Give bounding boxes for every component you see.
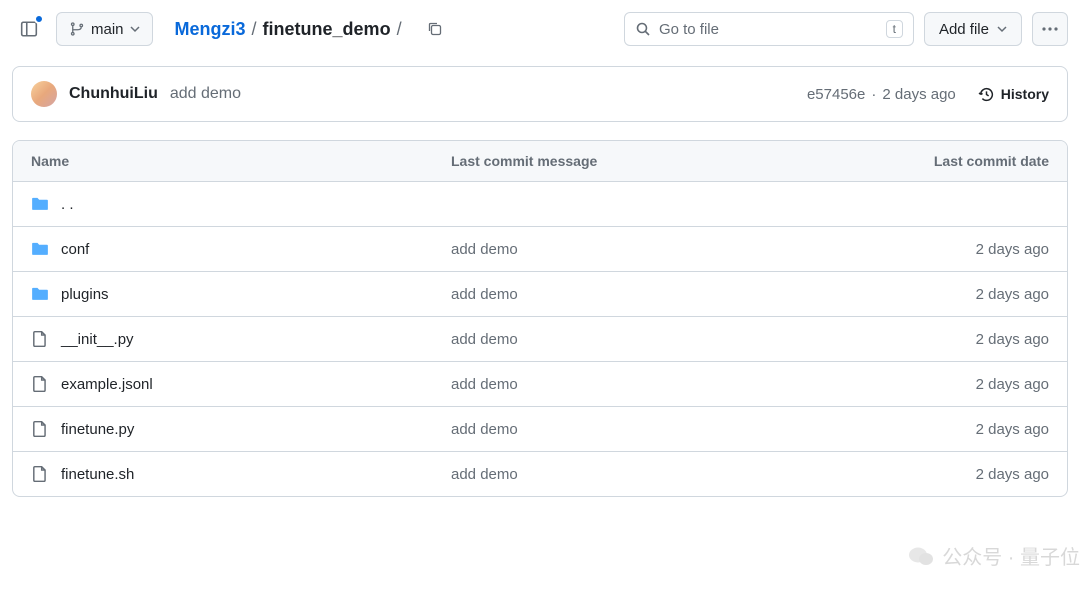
table-row: __init__.py add demo 2 days ago (13, 316, 1067, 361)
file-name-link[interactable]: plugins (61, 286, 109, 303)
top-toolbar: main Mengzi3 / finetune_demo / t Add fil… (12, 12, 1068, 46)
notification-dot-icon (34, 14, 44, 24)
file-name-link[interactable]: finetune.sh (61, 466, 134, 483)
file-icon (31, 375, 49, 393)
caret-down-icon (997, 24, 1007, 34)
row-commit-message[interactable]: add demo (451, 241, 518, 258)
wechat-icon (908, 545, 934, 567)
table-row: conf add demo 2 days ago (13, 226, 1067, 271)
file-name-link[interactable]: conf (61, 241, 89, 258)
search-input[interactable] (659, 21, 878, 38)
breadcrumb-current: finetune_demo (263, 19, 391, 40)
row-commit-date: 2 days ago (976, 466, 1049, 483)
watermark: 公众号 · 量子位 (908, 541, 1080, 570)
row-commit-date: 2 days ago (976, 241, 1049, 258)
table-row: finetune.sh add demo 2 days ago (13, 451, 1067, 496)
copy-icon (427, 21, 443, 37)
row-commit-message[interactable]: add demo (451, 331, 518, 348)
add-file-button[interactable]: Add file (924, 12, 1022, 46)
history-icon (978, 86, 995, 103)
row-commit-date: 2 days ago (976, 421, 1049, 438)
file-name-link[interactable]: __init__.py (61, 331, 134, 348)
parent-directory-row[interactable]: . . (13, 182, 1067, 226)
breadcrumb-repo-link[interactable]: Mengzi3 (175, 19, 246, 40)
file-name-link[interactable]: finetune.py (61, 421, 134, 438)
table-row: example.jsonl add demo 2 days ago (13, 361, 1067, 406)
table-row: finetune.py add demo 2 days ago (13, 406, 1067, 451)
commit-date: 2 days ago (882, 86, 955, 103)
table-row: plugins add demo 2 days ago (13, 271, 1067, 316)
commit-sha[interactable]: e57456e (807, 86, 865, 103)
table-header: Name Last commit message Last commit dat… (13, 141, 1067, 182)
file-icon (31, 420, 49, 438)
search-icon (635, 21, 651, 37)
row-commit-message[interactable]: add demo (451, 286, 518, 303)
row-commit-date: 2 days ago (976, 331, 1049, 348)
row-commit-message[interactable]: add demo (451, 466, 518, 483)
file-icon (31, 330, 49, 348)
branch-name: main (91, 21, 124, 38)
breadcrumb-separator: / (248, 19, 261, 40)
toggle-file-tree-button[interactable] (12, 12, 46, 46)
kebab-icon (1042, 27, 1058, 31)
commit-author[interactable]: ChunhuiLiu (69, 85, 158, 103)
branch-select-button[interactable]: main (56, 12, 153, 46)
breadcrumb: Mengzi3 / finetune_demo / (175, 19, 406, 40)
col-header-message: Last commit message (433, 141, 867, 181)
go-to-file-search[interactable]: t (624, 12, 914, 46)
copy-path-button[interactable] (420, 14, 450, 44)
row-commit-message[interactable]: add demo (451, 376, 518, 393)
row-commit-date: 2 days ago (976, 286, 1049, 303)
file-name-link[interactable]: example.jsonl (61, 376, 153, 393)
row-commit-date: 2 days ago (976, 376, 1049, 393)
col-header-date: Last commit date (867, 141, 1067, 181)
history-button[interactable]: History (978, 86, 1049, 103)
add-file-label: Add file (939, 21, 989, 38)
avatar[interactable] (31, 81, 57, 107)
more-options-button[interactable] (1032, 12, 1068, 46)
row-commit-message[interactable]: add demo (451, 421, 518, 438)
folder-icon (31, 285, 49, 303)
history-label: History (1001, 86, 1049, 102)
folder-icon (31, 240, 49, 258)
file-list-table: Name Last commit message Last commit dat… (12, 140, 1068, 497)
col-header-name: Name (13, 141, 433, 181)
git-branch-icon (69, 21, 85, 37)
folder-icon (31, 195, 49, 213)
up-dir-label[interactable]: . . (61, 196, 74, 213)
caret-down-icon (130, 24, 140, 34)
latest-commit-box: ChunhuiLiu add demo e57456e · 2 days ago… (12, 66, 1068, 122)
breadcrumb-separator: / (393, 19, 406, 40)
search-kbd-hint: t (886, 20, 903, 38)
file-icon (31, 465, 49, 483)
commit-message[interactable]: add demo (170, 85, 241, 103)
